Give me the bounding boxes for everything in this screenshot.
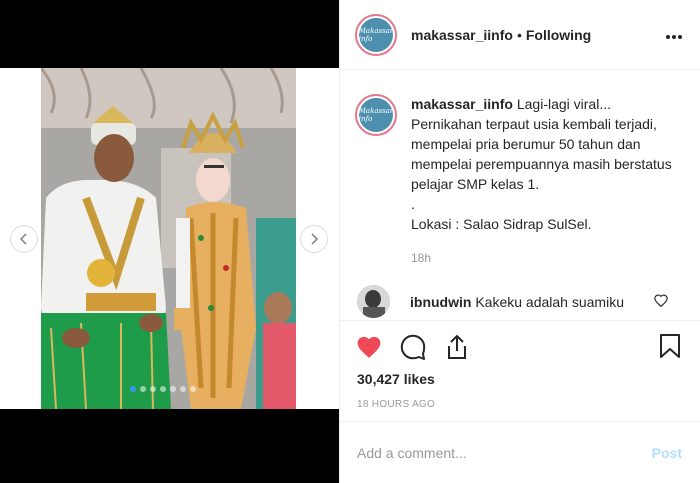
header-separator: • xyxy=(516,26,522,43)
post-photo[interactable] xyxy=(41,68,296,409)
carousel-dot xyxy=(130,386,136,392)
caption-time[interactable]: 18h xyxy=(411,248,681,268)
carousel-dot xyxy=(180,386,186,392)
caption: Makassar info makassar_iinfo Lagi-lagi v… xyxy=(355,94,690,268)
carousel-indicator xyxy=(130,386,196,392)
comment-content: Kakeku adalah suamiku xyxy=(475,293,624,310)
carousel-prev-button[interactable] xyxy=(10,225,38,253)
carousel-dot xyxy=(150,386,156,392)
likes-count[interactable]: 30,427 likes xyxy=(357,371,435,387)
caption-body: makassar_iinfo Lagi-lagi viral... Pernik… xyxy=(411,94,681,268)
carousel-dot xyxy=(190,386,196,392)
chevron-left-icon xyxy=(19,233,27,245)
action-icons xyxy=(355,333,471,361)
comment-composer: Post xyxy=(339,421,700,483)
following-button[interactable]: Following xyxy=(526,27,591,43)
share-icon[interactable] xyxy=(443,333,471,361)
chevron-right-icon xyxy=(311,233,319,245)
comment-input[interactable] xyxy=(357,444,627,461)
carousel-dot xyxy=(160,386,166,392)
commenter-avatar-image xyxy=(357,285,390,318)
post-actions: 30,427 likes 18 HOURS AGO xyxy=(339,320,700,420)
more-icon[interactable] xyxy=(665,24,683,45)
carousel-dot xyxy=(140,386,146,392)
comment-text: ibnudwin Kakeku adalah suamiku xyxy=(410,294,624,310)
post-header: Makassar info makassar_iinfo • Following xyxy=(340,0,700,70)
small-heart-icon[interactable] xyxy=(654,294,668,312)
avatar[interactable]: Makassar info xyxy=(355,13,397,56)
post-timestamp[interactable]: 18 HOURS AGO xyxy=(357,399,435,410)
wedding-photo xyxy=(41,68,296,409)
heart-icon[interactable] xyxy=(355,333,383,361)
carousel-next-button[interactable] xyxy=(300,225,328,253)
avatar-image: Makassar info xyxy=(359,98,393,132)
caption-username[interactable]: makassar_iinfo xyxy=(411,96,513,112)
avatar[interactable] xyxy=(357,285,390,318)
comment-username[interactable]: ibnudwin xyxy=(410,294,471,310)
caption-text: makassar_iinfo Lagi-lagi viral... Pernik… xyxy=(411,94,681,234)
header-username[interactable]: makassar_iinfo xyxy=(411,27,513,43)
post-button[interactable]: Post xyxy=(652,445,682,461)
comment-item: ibnudwin Kakeku adalah suamiku xyxy=(357,285,677,318)
carousel-dot xyxy=(170,386,176,392)
bookmark-icon[interactable] xyxy=(659,333,681,364)
caption-content: Lagi-lagi viral... Pernikahan terpaut us… xyxy=(411,96,672,232)
comment-icon[interactable] xyxy=(399,333,427,361)
caption-avatar[interactable]: Makassar info xyxy=(355,94,397,136)
avatar-image: Makassar info xyxy=(359,17,393,52)
